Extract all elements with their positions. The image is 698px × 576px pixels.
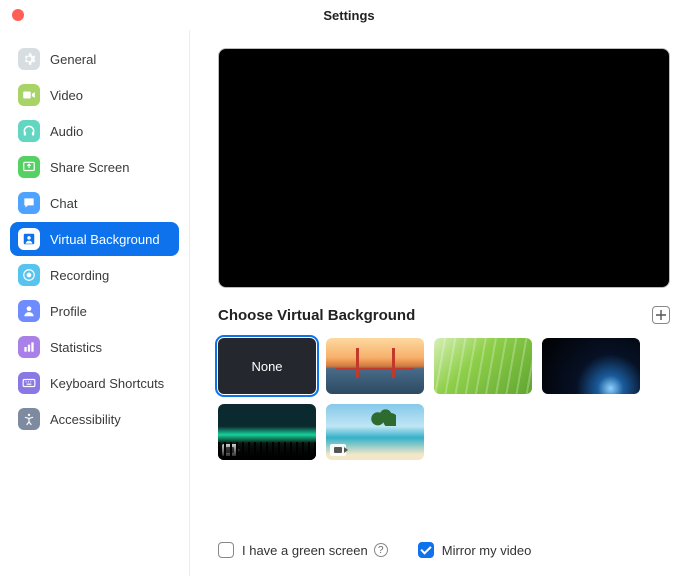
sidebar-item-statistics[interactable]: Statistics [10,330,179,364]
portrait-icon [18,228,40,250]
sidebar-item-chat[interactable]: Chat [10,186,179,220]
thumb-label: None [251,359,282,374]
plus-icon [656,310,666,320]
share-icon [18,156,40,178]
accessibility-icon [18,408,40,430]
video-icon [222,444,238,456]
mirror-option: Mirror my video [418,542,532,558]
background-thumb-none[interactable]: None [218,338,316,394]
section-title: Choose Virtual Background [218,307,415,324]
background-thumb-grass[interactable] [434,338,532,394]
sidebar: General Video Audio Share Screen Chat Virtual… [0,30,190,576]
close-icon[interactable] [12,9,24,21]
background-thumb-space[interactable] [542,338,640,394]
window-controls [12,9,24,21]
background-thumb-aurora[interactable] [218,404,316,460]
green-screen-checkbox[interactable] [218,542,234,558]
record-icon [18,264,40,286]
sidebar-item-recording[interactable]: Recording [10,258,179,292]
background-grid: None [218,338,670,460]
sidebar-item-accessibility[interactable]: Accessibility [10,402,179,436]
sidebar-item-label: Share Screen [50,160,130,175]
profile-icon [18,300,40,322]
body: General Video Audio Share Screen Chat Virtual… [0,30,698,576]
sidebar-item-label: Keyboard Shortcuts [50,376,164,391]
titlebar: Settings [0,0,698,30]
content: Choose Virtual Background None I have a … [190,30,698,576]
sidebar-item-label: Audio [50,124,83,139]
sidebar-item-label: Statistics [50,340,102,355]
background-thumb-beach[interactable] [326,404,424,460]
sidebar-item-label: Accessibility [50,412,121,427]
green-screen-label: I have a green screen [242,543,368,558]
sidebar-item-keyboard-shortcuts[interactable]: Keyboard Shortcuts [10,366,179,400]
green-screen-option: I have a green screen ? [218,542,388,558]
help-icon[interactable]: ? [374,543,388,557]
video-icon [330,444,346,456]
stats-icon [18,336,40,358]
sidebar-item-label: Virtual Background [50,232,160,247]
section-header: Choose Virtual Background [218,306,670,324]
sidebar-item-video[interactable]: Video [10,78,179,112]
sidebar-item-label: Chat [50,196,77,211]
settings-window: Settings General Video Audio Share Screen Ch… [0,0,698,576]
window-title: Settings [0,8,698,23]
add-background-button[interactable] [652,306,670,324]
chat-icon [18,192,40,214]
sidebar-item-virtual-background[interactable]: Virtual Background [10,222,179,256]
sidebar-item-general[interactable]: General [10,42,179,76]
sidebar-item-profile[interactable]: Profile [10,294,179,328]
sidebar-item-label: Recording [50,268,109,283]
sidebar-item-audio[interactable]: Audio [10,114,179,148]
keyboard-icon [18,372,40,394]
video-icon [18,84,40,106]
background-thumb-bridge[interactable] [326,338,424,394]
mirror-checkbox[interactable] [418,542,434,558]
headphones-icon [18,120,40,142]
footer-options: I have a green screen ? Mirror my video [218,532,670,566]
gear-icon [18,48,40,70]
sidebar-item-label: Video [50,88,83,103]
video-preview [218,48,670,288]
sidebar-item-label: General [50,52,96,67]
sidebar-item-share-screen[interactable]: Share Screen [10,150,179,184]
mirror-label: Mirror my video [442,543,532,558]
sidebar-item-label: Profile [50,304,87,319]
